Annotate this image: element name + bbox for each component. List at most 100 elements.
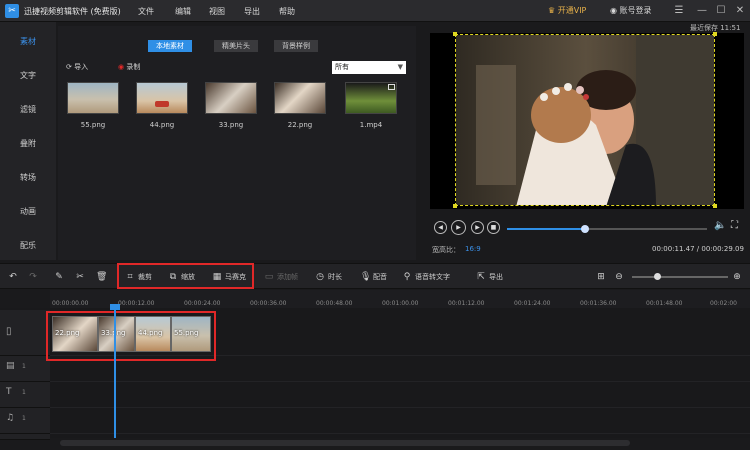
- track-head-pip: ▤ 1: [0, 356, 50, 382]
- zoom-in-icon[interactable]: ⊕: [732, 270, 745, 284]
- export-button[interactable]: ⇱ 导出: [476, 270, 503, 284]
- handle-tl[interactable]: [453, 32, 457, 36]
- tick-label: 00:00:24.00: [184, 300, 221, 307]
- redo-icon[interactable]: ↷: [28, 270, 41, 284]
- edit-icon[interactable]: ✎: [54, 270, 67, 284]
- dub-button[interactable]: 🎙 配音: [360, 270, 387, 284]
- sidebar-item-filter[interactable]: 滤镜: [0, 104, 56, 115]
- media-thumb-33[interactable]: [205, 82, 257, 114]
- maximize-icon[interactable]: ☐: [714, 4, 728, 18]
- progress-knob[interactable]: [581, 225, 589, 233]
- track-number: 1: [22, 389, 26, 396]
- zoom-label: 缩放: [181, 273, 195, 281]
- undo-icon[interactable]: ↶: [8, 270, 21, 284]
- clip-label: 44.png: [138, 329, 163, 337]
- mosaic-button[interactable]: ▦ 马赛克: [212, 270, 246, 284]
- tick-label: 00:00:00.00: [52, 300, 89, 307]
- track-music[interactable]: [50, 408, 750, 434]
- sidebar-item-animation[interactable]: 动画: [0, 206, 56, 217]
- handle-bl[interactable]: [453, 204, 457, 208]
- zoom-slider-knob[interactable]: [654, 273, 661, 280]
- tick-label: 00:00:48.00: [316, 300, 353, 307]
- sidebar-item-overlay[interactable]: 叠附: [0, 138, 56, 149]
- freeze-frame-button[interactable]: ▭ 添加帧: [264, 270, 298, 284]
- export-label: 导出: [489, 273, 503, 281]
- stop-icon[interactable]: ■: [487, 221, 500, 234]
- track-text[interactable]: [50, 382, 750, 408]
- import-button[interactable]: ⟳ 导入: [66, 62, 88, 72]
- media-label-33: 33.png: [218, 121, 244, 129]
- duration-button[interactable]: ◷ 时长: [315, 270, 342, 284]
- volume-icon[interactable]: 🔈: [714, 220, 726, 231]
- menu-file[interactable]: 文件: [138, 6, 154, 17]
- zoom-slider-track[interactable]: [632, 276, 728, 278]
- menu-view[interactable]: 视图: [209, 6, 225, 17]
- fullscreen-icon[interactable]: ⛶: [731, 220, 738, 231]
- playhead[interactable]: [114, 306, 116, 438]
- progress-fill: [507, 228, 585, 230]
- next-frame-icon[interactable]: ▶: [471, 221, 484, 234]
- freeze-icon: ▭: [264, 272, 274, 282]
- speech-to-text-button[interactable]: ⚲ 语音转文字: [402, 270, 450, 284]
- minimize-icon[interactable]: —: [695, 4, 709, 18]
- split-icon[interactable]: ✂: [75, 270, 88, 284]
- media-thumb-44[interactable]: [136, 82, 188, 114]
- track-pip[interactable]: [50, 356, 750, 382]
- horizontal-scrollbar[interactable]: [60, 440, 630, 446]
- freeze-label: 添加帧: [277, 273, 298, 281]
- media-thumb-video[interactable]: [345, 82, 397, 114]
- timeline-clip[interactable]: 33.png: [98, 316, 135, 352]
- sidebar-item-transition[interactable]: 转场: [0, 172, 56, 183]
- play-icon[interactable]: ▶: [451, 220, 466, 235]
- tab-background[interactable]: 背景样例: [274, 40, 318, 52]
- sidebar-item-music[interactable]: 配乐: [0, 240, 56, 251]
- import-icon: ⟳: [66, 63, 75, 71]
- fit-icon[interactable]: ⊞: [596, 270, 609, 284]
- aspect-label: 宽高比：: [432, 246, 460, 254]
- menu-edit[interactable]: 编辑: [175, 6, 191, 17]
- menu-icon[interactable]: ☰: [672, 4, 686, 18]
- tab-intro[interactable]: 精美片头: [214, 40, 258, 52]
- delete-icon[interactable]: 🗑: [96, 270, 109, 284]
- track-head-text: T1: [0, 382, 50, 408]
- timeline-clip[interactable]: 22.png: [52, 316, 98, 352]
- filter-select[interactable]: 所有 ▼: [332, 61, 406, 74]
- timeline-clip[interactable]: 44.png: [135, 316, 171, 352]
- timeline-clip[interactable]: 55.png: [171, 316, 211, 352]
- speech-icon: ⚲: [403, 272, 411, 282]
- track-number: 1: [22, 363, 26, 370]
- zoom-out-icon[interactable]: ⊖: [614, 270, 627, 284]
- media-thumb-22[interactable]: [274, 82, 326, 114]
- handle-br[interactable]: [713, 204, 717, 208]
- app-logo-icon: ✂: [5, 4, 19, 18]
- music-icon: ♫: [6, 413, 15, 423]
- tick-label: 00:01:00.00: [382, 300, 419, 307]
- track-head-music: ♫ 1: [0, 408, 50, 434]
- media-label-video: 1.mp4: [359, 121, 383, 129]
- close-icon[interactable]: ✕: [733, 4, 747, 18]
- zoom-button[interactable]: ⧉ 缩放: [168, 270, 195, 284]
- car-shape: [155, 101, 169, 107]
- account-button[interactable]: ◉ 账号登录: [610, 5, 652, 16]
- prev-frame-icon[interactable]: ◀: [434, 221, 447, 234]
- record-button[interactable]: ◉ 录制: [118, 62, 140, 72]
- menu-export[interactable]: 导出: [244, 6, 260, 17]
- sidebar-item-material[interactable]: 素材: [0, 36, 56, 47]
- media-thumb-55[interactable]: [67, 82, 119, 114]
- crop-button[interactable]: ⌗ 裁剪: [125, 270, 152, 284]
- handle-tr[interactable]: [713, 32, 717, 36]
- playhead-handle[interactable]: [110, 304, 120, 310]
- sidebar-item-text[interactable]: 文字: [0, 70, 56, 81]
- crown-icon: ♛: [548, 6, 558, 15]
- menu-help[interactable]: 帮助: [279, 6, 295, 17]
- duration-label: 时长: [328, 273, 342, 281]
- speech-to-text-label: 语音转文字: [415, 273, 450, 281]
- aspect-value[interactable]: 16:9: [465, 245, 481, 253]
- preview-frame[interactable]: [455, 34, 715, 206]
- vip-button[interactable]: ♛ 开通VIP: [548, 5, 586, 16]
- tick-label: 00:00:12.00: [118, 300, 155, 307]
- app-title: 迅捷视频剪辑软件 (免费版): [24, 7, 121, 16]
- tab-local-media[interactable]: 本地素材: [148, 40, 192, 52]
- text-icon: T: [6, 387, 12, 397]
- account-label: 账号登录: [619, 6, 652, 15]
